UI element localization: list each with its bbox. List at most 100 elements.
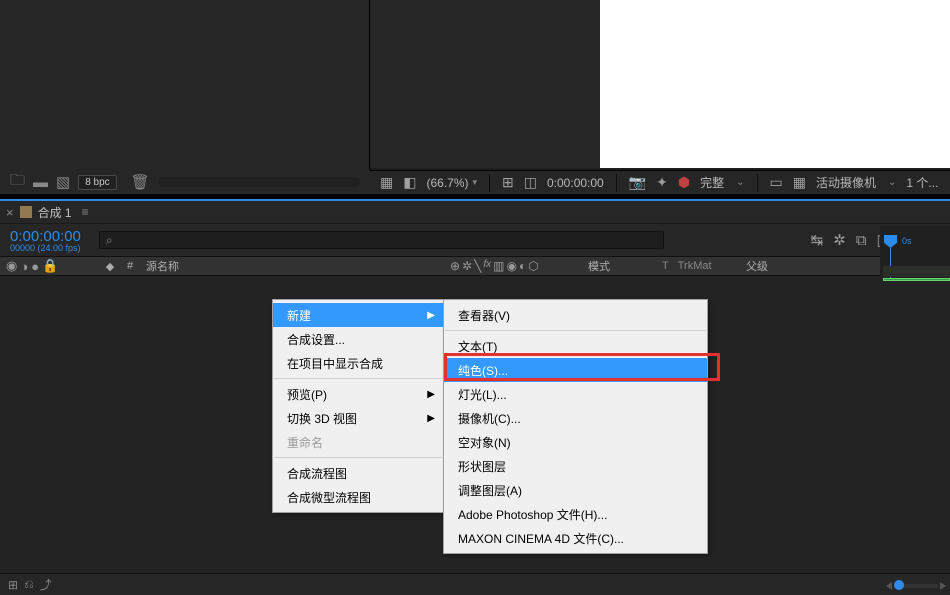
menu-item[interactable]: 空对象(N) [444, 430, 707, 454]
comp-tab-icon [20, 206, 32, 218]
trkmat-t: T [662, 260, 669, 272]
audio-icon[interactable]: ◑ [20, 259, 28, 274]
index-column[interactable]: # [120, 260, 140, 272]
new-submenu[interactable]: 查看器(V) 文本(T)纯色(S)...灯光(L)...摄像机(C)...空对象(… [443, 299, 708, 554]
quality-dropdown[interactable]: 完整 [700, 174, 724, 191]
frame-rate-display: 00000 (24.00 fps) [10, 243, 81, 253]
camera-dropdown[interactable]: 活动摄像机 [816, 174, 876, 191]
channel-icon[interactable]: ◧ [403, 174, 416, 191]
collapse-switch-icon[interactable]: ✲ [462, 259, 472, 273]
resolution-icon[interactable]: ⊞ [502, 174, 514, 191]
zoom-in-icon[interactable] [940, 582, 946, 590]
chevron-down-icon[interactable]: ▾ [473, 177, 478, 188]
zoom-out-icon[interactable] [886, 582, 892, 590]
close-panel-icon[interactable]: × [6, 205, 14, 220]
viewer-timecode[interactable]: 0:00:00:00 [547, 176, 604, 190]
toggle-switches-icon[interactable]: ⊞ [8, 578, 18, 592]
menu-item[interactable]: 合成微型流程图 [273, 485, 443, 509]
project-scrollbar[interactable] [158, 177, 360, 187]
composition-panel[interactable] [370, 0, 600, 168]
layer-search-input[interactable]: ⌕ [99, 231, 664, 249]
lock-icon[interactable]: 🔒 [42, 258, 58, 274]
comp-mini-flow-icon[interactable]: ↹ [811, 231, 824, 249]
three-d-switch-icon[interactable]: ⬡ [528, 259, 538, 273]
menu-item[interactable]: 灯光(L)... [444, 382, 707, 406]
chevron-down-icon[interactable]: ⌄ [736, 177, 744, 188]
bit-depth-button[interactable]: 8 bpc [78, 175, 116, 190]
hide-shy-icon[interactable]: ⧉ [856, 232, 867, 249]
source-name-column[interactable]: 源名称 [140, 258, 450, 274]
menu-item[interactable]: 纯色(S)... [444, 358, 707, 382]
menu-separator [274, 457, 442, 458]
layer-switches-column[interactable]: ⊕ ✲ ╲ fx ▥ ◉ ◐ ⬡ [450, 259, 584, 273]
views-dropdown[interactable]: 1 个... [906, 174, 938, 191]
mask-icon[interactable]: ◫ [524, 174, 537, 191]
toggle-in-out-icon[interactable]: ⤴ [40, 576, 52, 593]
tab-menu-icon[interactable]: ≡ [82, 205, 89, 219]
submenu-arrow-icon: ▶ [427, 389, 435, 400]
view-layout-icon[interactable]: ▭ [770, 174, 783, 191]
separator [489, 174, 490, 192]
menu-item[interactable]: MAXON CINEMA 4D 文件(C)... [444, 526, 707, 550]
timeline-zoom-slider[interactable] [886, 581, 946, 591]
view-grid-icon[interactable]: ▦ [793, 174, 806, 191]
timecode-block[interactable]: 0:00:00:00 00000 (24.00 fps) [0, 228, 81, 253]
chevron-down-icon[interactable]: ⌄ [888, 177, 896, 188]
zoom-knob[interactable] [894, 580, 904, 590]
upper-panels [0, 0, 950, 170]
motion-blur-switch-icon[interactable]: ◉ [506, 259, 516, 273]
trkmat-column[interactable]: T TrkMat [658, 260, 742, 272]
playhead[interactable] [884, 235, 899, 249]
menu-item[interactable]: 合成设置... [273, 327, 443, 351]
separator [757, 174, 758, 192]
folder-icon[interactable]: 🗀 [10, 170, 25, 195]
menu-item[interactable]: 调整图层(A) [444, 478, 707, 502]
project-footer: 🗀 ▬ ▧ 8 bpc 🗑 [0, 170, 370, 194]
menu-item[interactable]: 查看器(V) [444, 303, 707, 327]
comp-tab-label[interactable]: 合成 1 [38, 204, 72, 221]
adjustment-switch-icon[interactable]: ◐ [519, 259, 526, 273]
menu-item[interactable]: Adobe Photoshop 文件(H)... [444, 502, 707, 526]
layer-duration-bar[interactable] [883, 278, 950, 281]
menu-item[interactable]: 在项目中显示合成 [273, 351, 443, 375]
zoom-track[interactable] [894, 584, 938, 588]
grid-icon[interactable]: ▦ [380, 174, 393, 191]
submenu-arrow-icon: ▶ [427, 413, 435, 424]
menu-item[interactable]: 形状图层 [444, 454, 707, 478]
shy-switch-icon[interactable]: ⊕ [450, 259, 460, 273]
menu-item[interactable]: 切换 3D 视图▶ [273, 406, 443, 430]
menu-item[interactable]: 预览(P)▶ [273, 382, 443, 406]
toggle-modes-icon[interactable]: ⎌ [24, 577, 34, 592]
menu-item[interactable]: 摄像机(C)... [444, 406, 707, 430]
viewer-blank [600, 0, 950, 168]
menu-separator [445, 330, 706, 331]
draft3d-icon[interactable]: ✲ [833, 231, 846, 249]
folder-solid-icon[interactable]: ▬ [33, 174, 48, 191]
menu-item[interactable]: 文本(T) [444, 334, 707, 358]
project-panel[interactable] [0, 0, 370, 170]
label-column[interactable]: ◆ [100, 260, 120, 273]
camera-icon[interactable]: ✦ [656, 174, 668, 191]
visibility-toggles: ◉ ◑ ● 🔒 [0, 258, 100, 274]
blend-mode-column[interactable]: 模式 [584, 258, 658, 274]
trash-icon[interactable]: 🗑 [131, 173, 150, 191]
timeline-columns-header: ◉ ◑ ● 🔒 ◆ # 源名称 ⊕ ✲ ╲ fx ▥ ◉ ◐ ⬡ 模式 T Tr… [0, 256, 950, 276]
quality-switch-icon[interactable]: ╲ [474, 259, 481, 273]
color-mgmt-icon[interactable]: ⬢ [678, 174, 690, 191]
solo-icon[interactable]: ● [31, 259, 39, 274]
time-ruler[interactable]: 0s [880, 226, 950, 279]
viewer-footer: ▦ ◧ (66.7%) ▾ ⊞ ◫ 0:00:00:00 📷 ✦ ⬢ 完整 ⌄ … [370, 170, 950, 194]
fx-switch-icon[interactable]: fx [483, 259, 491, 273]
menu-item[interactable]: 新建▶ [273, 303, 443, 327]
search-icon: ⌕ [106, 233, 113, 248]
menu-item[interactable]: 合成流程图 [273, 461, 443, 485]
snapshot-icon[interactable]: 📷 [629, 174, 646, 191]
trkmat-label: TrkMat [678, 260, 712, 272]
parent-column[interactable]: 父级 [742, 258, 852, 274]
new-comp-icon[interactable]: ▧ [56, 173, 70, 191]
timeline-context-menu[interactable]: 新建▶合成设置...在项目中显示合成预览(P)▶切换 3D 视图▶重命名合成流程… [272, 299, 444, 513]
work-area-bar[interactable] [883, 266, 950, 277]
eye-icon[interactable]: ◉ [6, 258, 17, 274]
frame-blend-switch-icon[interactable]: ▥ [493, 259, 504, 273]
zoom-level[interactable]: (66.7%) [426, 176, 468, 190]
